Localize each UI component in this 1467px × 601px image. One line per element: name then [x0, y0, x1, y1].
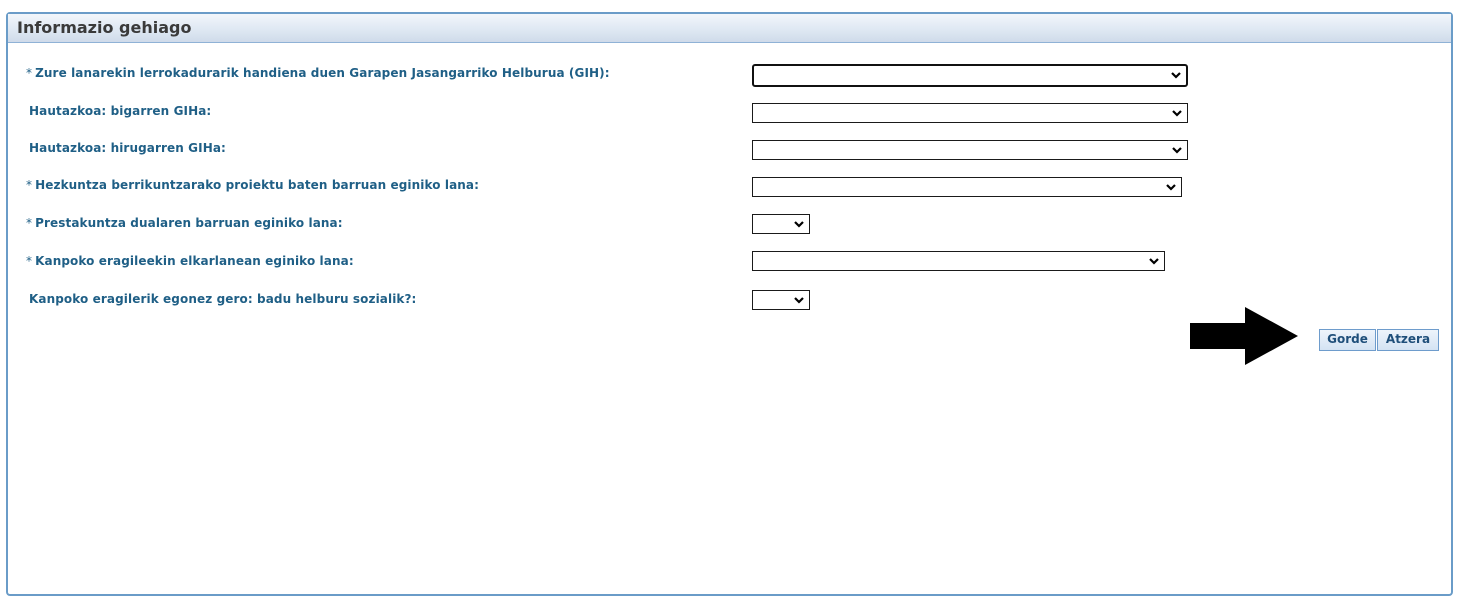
arrow-right-icon — [1190, 307, 1298, 365]
chevron-down-icon — [1149, 258, 1159, 265]
field-label-gih-main: * Zure lanarekin lerrokadurarik handiena … — [26, 66, 610, 80]
field-label-dual-training: * Prestakuntza dualaren barruan eginiko l… — [26, 216, 343, 230]
chevron-down-icon — [1172, 147, 1182, 154]
select-gih-second[interactable] — [752, 103, 1188, 123]
chevron-down-icon — [1166, 184, 1176, 191]
chevron-down-icon — [794, 221, 804, 228]
required-mark: * — [26, 66, 33, 80]
dialog-titlebar: Informazio gehiago — [8, 14, 1451, 43]
dialog-title: Informazio gehiago — [17, 18, 192, 37]
field-label-social-purpose: Kanpoko eragilerik egonez gero: badu hel… — [29, 292, 417, 306]
select-social-purpose[interactable] — [752, 290, 810, 310]
select-gih-third[interactable] — [752, 140, 1188, 160]
select-gih-main[interactable] — [752, 64, 1188, 87]
chevron-down-icon — [1172, 110, 1182, 117]
chevron-down-icon — [1171, 72, 1181, 79]
field-label-innovation-project: * Hezkuntza berrikuntzarako proiektu bate… — [26, 178, 480, 192]
save-button[interactable]: Gorde — [1319, 329, 1376, 351]
field-label-external-agents: * Kanpoko eragileekin elkarlanean eginiko… — [26, 254, 354, 268]
chevron-down-icon — [794, 297, 804, 304]
select-innovation-project[interactable] — [752, 177, 1182, 197]
back-button[interactable]: Atzera — [1377, 329, 1439, 351]
select-external-agents[interactable] — [752, 251, 1165, 271]
field-label-gih-second: Hautazkoa: bigarren GIHa: — [29, 104, 212, 118]
field-label-gih-third: Hautazkoa: hirugarren GIHa: — [29, 141, 226, 155]
select-dual-training[interactable] — [752, 214, 810, 234]
